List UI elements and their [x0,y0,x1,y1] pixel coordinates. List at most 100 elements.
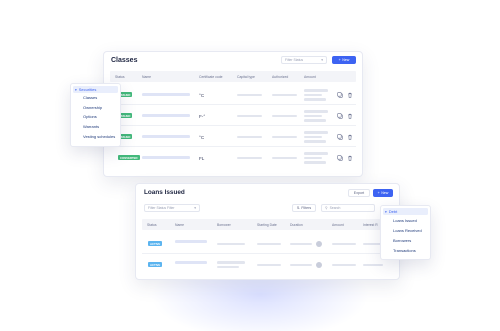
col-interest-rate: Interest R [363,222,378,227]
col-authorized: Authorized [272,74,289,79]
certificate-code: FL [199,155,205,161]
starting-date-placeholder [257,242,281,246]
new-loan-label: New [381,191,389,195]
menu-item-borrowers[interactable]: Borrowers [383,235,428,245]
copy-icon[interactable] [336,133,343,140]
menu-item-classes[interactable]: Classes [73,93,118,103]
menu-item-warrants[interactable]: Warrants [73,122,118,132]
col-status: Status [147,222,157,227]
menu-item-transactions[interactable]: Transactions [383,245,428,255]
menu-item-options[interactable]: Options [73,112,118,122]
menu-item-vesting-schedules[interactable]: Vesting schedules [73,131,118,141]
table-row[interactable]: ISSUED °C [110,127,356,147]
col-certificate-code: Certificate code [199,74,223,79]
col-starting-date: Starting Date [257,222,277,227]
amount-placeholder [304,114,322,118]
loans-title: Loans Issued [144,189,185,196]
page-title: Classes [111,57,138,64]
new-class-label: New [342,58,350,62]
col-capital-type: Capital type [237,74,255,79]
interest-placeholder [363,263,383,267]
loan-status-filter-value: Filter Status Filter [148,206,175,210]
chevron-down-icon: ▾ [321,58,323,62]
col-amount: Amount [332,222,344,227]
search-placeholder: Search [329,206,341,210]
debt-label: Debt [388,209,398,214]
copy-icon[interactable] [336,154,343,161]
duration-placeholder [290,263,312,267]
capital-type-placeholder [237,156,262,160]
filter-icon: ⇅ [296,206,300,210]
chevron-down-icon: ▾ [194,206,196,210]
table-row[interactable]: ACTIVE [142,254,393,275]
amount-placeholder [332,242,356,246]
table-row[interactable]: CONVERTED FL [110,148,356,168]
copy-icon[interactable] [336,91,343,98]
filters-label: Filters [301,206,312,210]
table-row[interactable]: ISSUED °C [110,85,356,105]
search-icon: ⚲ [325,206,328,210]
amount-placeholder [304,98,326,101]
menu-item-loans-received[interactable]: Loans Received [383,225,428,235]
duration-indicator-icon [316,240,322,247]
name-placeholder [142,93,190,96]
amount-placeholder [304,110,328,113]
status-badge: ACTIVE [148,241,163,246]
name-placeholder [142,135,190,138]
table-row[interactable]: ISSUED F-° [110,106,356,126]
trash-icon[interactable] [346,112,353,119]
classes-panel: Classes Filter Status ▾ + New Status Nam… [103,51,363,177]
capital-type-placeholder [237,135,262,139]
certificate-code: F-° [199,113,206,119]
export-label: Export [353,191,365,195]
starting-date-placeholder [257,263,281,267]
export-button[interactable]: Export [348,189,370,197]
amount-placeholder [304,152,328,155]
amount-placeholder [304,89,328,92]
borrower-placeholder [217,261,245,264]
certificate-code: °C [199,92,205,98]
copy-icon[interactable] [336,112,343,119]
borrower-placeholder [217,242,245,246]
securities-menu-header[interactable]: ▾ Securities [73,86,118,93]
menu-item-loans-issued[interactable]: Loans Issued [383,215,428,225]
chevron-down-icon: ▾ [75,87,77,92]
plus-icon: + [377,191,380,195]
trash-icon[interactable] [346,91,353,98]
filters-button[interactable]: ⇅ Filters [292,204,316,212]
new-class-button[interactable]: + New [332,56,356,64]
capital-type-placeholder [237,93,262,97]
table-row[interactable]: ACTIVE [142,233,393,254]
status-filter-select[interactable]: Filter Status ▾ [281,56,327,64]
amount-placeholder [304,140,326,143]
status-badge: CONVERTED [118,155,140,160]
authorized-placeholder [272,93,297,97]
new-loan-button[interactable]: + New [373,189,393,197]
amount-placeholder [304,135,322,139]
name-placeholder [142,114,190,117]
name-placeholder [175,261,207,264]
col-name: Name [142,74,152,79]
classes-table-header: Status Name Certificate code Capital typ… [110,71,356,82]
amount-placeholder [304,161,326,164]
name-placeholder [142,156,190,159]
amount-placeholder [304,131,328,134]
amount-placeholder [304,93,322,97]
status-filter-value: Filter Status [285,58,304,62]
securities-menu: ▾ Securities Classes Ownership Options W… [70,83,121,147]
col-status: Status [115,74,125,79]
search-input[interactable]: ⚲ Search [321,204,375,212]
loans-issued-panel: Loans Issued Export + New Filter Status … [135,183,400,280]
authorized-placeholder [272,135,297,139]
col-name: Name [175,222,185,227]
debt-menu: ▾ Debt Loans Issued Loans Received Borro… [380,205,431,260]
menu-item-ownership[interactable]: Ownership [73,103,118,113]
debt-menu-header[interactable]: ▾ Debt [383,208,428,215]
authorized-placeholder [272,114,297,118]
trash-icon[interactable] [346,154,353,161]
borrower-placeholder [217,265,239,269]
col-borrower: Borrower [217,222,231,227]
loan-status-filter-select[interactable]: Filter Status Filter ▾ [144,204,200,212]
duration-placeholder [290,242,312,246]
trash-icon[interactable] [346,133,353,140]
